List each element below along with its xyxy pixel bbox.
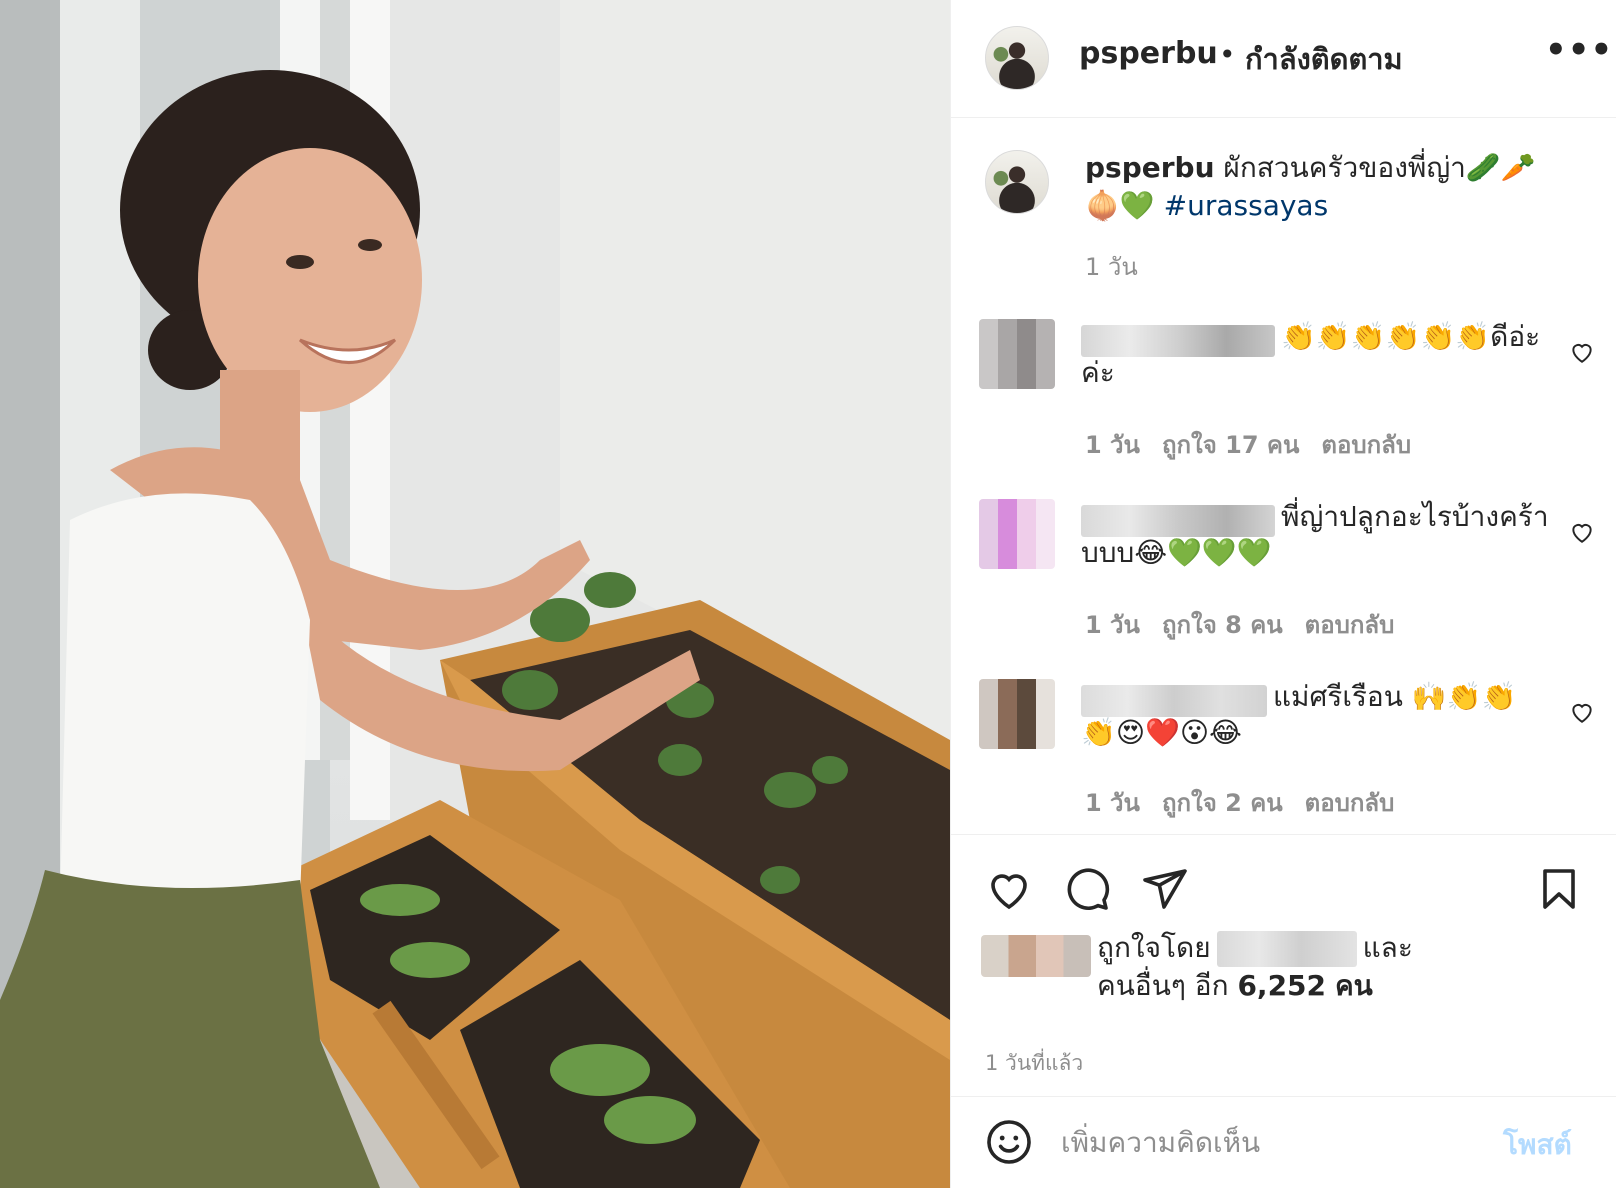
commenter-avatar[interactable] bbox=[979, 499, 1055, 569]
comment-input[interactable] bbox=[1061, 1119, 1481, 1165]
comment-text: พี่ญ่าปลูกอะไรบ้างคร้าบบบ😂💚💚💚 bbox=[1081, 500, 1549, 569]
follow-status-button[interactable]: กำลังติดตาม bbox=[1245, 36, 1403, 82]
more-horizontal-icon[interactable]: ••• bbox=[1545, 30, 1613, 70]
header-separator: • bbox=[1219, 38, 1236, 71]
comment-text: แม่ศรีเรือน 🙌👏👏👏😍❤️😮😂 bbox=[1081, 680, 1517, 749]
comment-meta: 1 วัน ถูกใจ 2 คน ตอบกลับ bbox=[1085, 783, 1416, 822]
comments-list[interactable]: psperbu ผักสวนครัวของพี่ญ่า🥒🥕 🧅💚 #urassa… bbox=[951, 119, 1616, 834]
caption-author-avatar[interactable] bbox=[985, 150, 1049, 214]
author-avatar[interactable] bbox=[985, 26, 1049, 90]
comment-item: พี่ญ่าปลูกอะไรบ้างคร้าบบบ😂💚💚💚 1 วัน ถูกใจ… bbox=[951, 499, 1616, 669]
add-comment-bar: โพสต์ bbox=[951, 1096, 1616, 1188]
caption-text: psperbu ผักสวนครัวของพี่ญ่า🥒🥕 🧅💚 #urassa… bbox=[1085, 149, 1565, 225]
caption-hashtag[interactable]: #urassayas bbox=[1164, 189, 1329, 222]
comment-item: แม่ศรีเรือน 🙌👏👏👏😍❤️😮😂 1 วัน ถูกใจ 2 คน ตอบ… bbox=[951, 679, 1616, 834]
post-comment-button[interactable]: โพสต์ bbox=[1503, 1123, 1572, 1167]
paper-plane-icon[interactable] bbox=[1141, 865, 1189, 913]
comment-icon[interactable] bbox=[1063, 865, 1111, 913]
comment-time: 1 วัน bbox=[1085, 789, 1140, 817]
comment-like-heart-icon[interactable] bbox=[1569, 339, 1595, 365]
comment-like-heart-icon[interactable] bbox=[1569, 519, 1595, 545]
comment-time: 1 วัน bbox=[1085, 611, 1140, 639]
reply-button[interactable]: ตอบกลับ bbox=[1305, 789, 1395, 817]
post-sidebar: psperbu • กำลังติดตาม ••• psperbu ผักสวน… bbox=[950, 0, 1616, 1188]
bookmark-icon[interactable] bbox=[1535, 865, 1583, 913]
comment-like-heart-icon[interactable] bbox=[1569, 699, 1595, 725]
liker-username[interactable] bbox=[1216, 931, 1357, 967]
post-photo[interactable] bbox=[0, 0, 950, 1188]
comment-meta: 1 วัน ถูกใจ 8 คน ตอบกลับ bbox=[1085, 605, 1416, 644]
comment-likes[interactable]: ถูกใจ 8 คน bbox=[1162, 611, 1283, 639]
likes-summary[interactable]: ถูกใจโดย และ คนอื่นๆ อีก 6,252 คน bbox=[1097, 929, 1537, 1005]
commenter-avatar[interactable] bbox=[979, 319, 1055, 389]
heart-icon[interactable] bbox=[985, 865, 1033, 913]
post-photo-illustration bbox=[0, 0, 950, 1188]
post-header: psperbu • กำลังติดตาม ••• bbox=[951, 0, 1616, 118]
comment-item: 👏👏👏👏👏👏ดีอ่ะค่ะ 1 วัน ถูกใจ 17 คน ตอบกลับ bbox=[951, 319, 1616, 489]
author-username[interactable]: psperbu bbox=[1079, 36, 1218, 71]
post-actions: ถูกใจโดย และ คนอื่นๆ อีก 6,252 คน 1 วันที… bbox=[951, 834, 1616, 1134]
comment-likes[interactable]: ถูกใจ 17 คน bbox=[1162, 431, 1299, 459]
caption-timestamp: 1 วัน bbox=[1085, 253, 1138, 281]
reply-button[interactable]: ตอบกลับ bbox=[1321, 431, 1411, 459]
caption-username[interactable]: psperbu bbox=[1085, 151, 1215, 184]
reply-button[interactable]: ตอบกลับ bbox=[1305, 611, 1395, 639]
commenter-avatar[interactable] bbox=[979, 679, 1055, 749]
comment-meta: 1 วัน ถูกใจ 17 คน ตอบกลับ bbox=[1085, 425, 1433, 464]
comment-likes[interactable]: ถูกใจ 2 คน bbox=[1162, 789, 1283, 817]
comment-text: 👏👏👏👏👏👏ดีอ่ะค่ะ bbox=[1081, 320, 1541, 389]
comment-time: 1 วัน bbox=[1085, 431, 1140, 459]
post-timestamp: 1 วันที่แล้ว bbox=[985, 1051, 1084, 1075]
smile-icon[interactable] bbox=[985, 1118, 1033, 1166]
likes-count[interactable]: 6,252 bbox=[1237, 969, 1326, 1002]
likers-avatars[interactable] bbox=[981, 935, 1091, 977]
